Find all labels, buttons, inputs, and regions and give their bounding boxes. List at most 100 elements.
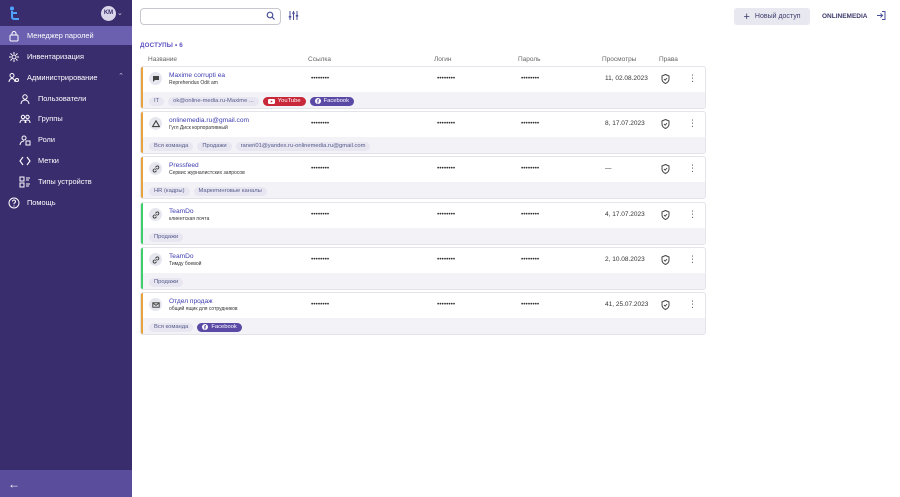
search-field[interactable]	[145, 9, 265, 23]
shield-icon[interactable]	[661, 119, 670, 129]
more-options-icon[interactable]: ⋮	[688, 300, 697, 309]
row-password[interactable]: ••••••••	[521, 256, 539, 263]
sidebar-item-label: Инвентаризация	[27, 52, 84, 61]
row-login[interactable]: ••••••••	[437, 120, 455, 127]
row-link[interactable]: ••••••••	[311, 165, 329, 172]
shield-icon[interactable]	[661, 74, 670, 84]
row-link[interactable]: ••••••••	[311, 211, 329, 218]
sidebar-item-inventory[interactable]: Инвентаризация	[0, 47, 132, 66]
sidebar-item-administration[interactable]: Администрирование ⌃	[0, 68, 132, 87]
row-link[interactable]: ••••••••	[311, 256, 329, 263]
sidebar-item-roles[interactable]: Роли	[0, 130, 132, 149]
shield-icon[interactable]	[661, 300, 670, 310]
shield-icon[interactable]	[661, 164, 670, 174]
column-header-name[interactable]: Название	[148, 56, 177, 63]
plus-icon: +	[743, 10, 750, 23]
row-login[interactable]: ••••••••	[437, 301, 455, 308]
row-name[interactable]: TeamDo	[169, 253, 194, 260]
row-name[interactable]: Pressfeed	[169, 162, 199, 169]
row-main: TeamDo Тимду боевой •••••••• •••••••• ••…	[141, 248, 705, 273]
sidebar-item-users[interactable]: Пользователи	[0, 89, 132, 108]
tag-facebook[interactable]: Facebook	[309, 96, 355, 106]
row-description: Reprehendus Odit am	[169, 80, 218, 86]
sidebar-item-help[interactable]: Помощь	[0, 193, 132, 212]
row-password[interactable]: ••••••••	[521, 211, 539, 218]
table-row[interactable]: onlinemedia.ru@gmail.com Гугл Диск корпо…	[140, 111, 706, 154]
new-access-button[interactable]: + Новый доступ	[734, 8, 810, 25]
facebook-icon	[314, 98, 321, 104]
tag[interactable]: Продажи	[149, 232, 184, 242]
facebook-icon	[202, 324, 209, 330]
sidebar-item-label: Группы	[38, 114, 63, 123]
row-password[interactable]: ••••••••	[521, 75, 539, 82]
chevron-up-icon[interactable]: ⌃	[118, 72, 124, 80]
more-options-icon[interactable]: ⋮	[688, 119, 697, 128]
sidebar-item-device-types[interactable]: Типы устройств	[0, 172, 132, 191]
table-row[interactable]: TeamDo Тимду боевой •••••••• •••••••• ••…	[140, 247, 706, 290]
row-name[interactable]: Maxime corrupti ea	[169, 72, 225, 79]
row-login[interactable]: ••••••••	[437, 211, 455, 218]
row-link[interactable]: ••••••••	[311, 75, 329, 82]
row-login[interactable]: ••••••••	[437, 256, 455, 263]
logout-icon[interactable]	[876, 10, 887, 21]
row-main: Отдел продаж общий ящик для сотрудников …	[141, 293, 705, 318]
table-row[interactable]: Отдел продаж общий ящик для сотрудников …	[140, 292, 706, 335]
row-name[interactable]: TeamDo	[169, 208, 194, 215]
column-header-rights[interactable]: Права	[659, 56, 678, 63]
search-icon[interactable]	[266, 11, 276, 21]
chevron-down-icon[interactable]: ⌄	[117, 9, 123, 17]
row-main: Maxime corrupti ea Reprehendus Odit am •…	[141, 67, 705, 92]
tag-label: Facebook	[323, 97, 350, 104]
tag[interactable]: IT	[149, 96, 165, 106]
row-name[interactable]: onlinemedia.ru@gmail.com	[169, 117, 249, 124]
user-avatar[interactable]: KM	[101, 6, 116, 21]
search-input[interactable]	[140, 8, 281, 25]
filter-settings-icon[interactable]	[288, 10, 299, 21]
more-options-icon[interactable]: ⋮	[688, 210, 697, 219]
row-main: Pressfeed Сервис журналистских запросов …	[141, 157, 705, 182]
sidebar: KM ⌄ Менеджер паролей Инвентаризация Адм…	[0, 0, 132, 497]
table-row[interactable]: Pressfeed Сервис журналистских запросов …	[140, 156, 706, 199]
sidebar-item-groups[interactable]: Группы	[0, 109, 132, 128]
more-options-icon[interactable]: ⋮	[688, 74, 697, 83]
row-password[interactable]: ••••••••	[521, 120, 539, 127]
organization-name[interactable]: ONLINEMEDIA	[822, 13, 868, 20]
row-link[interactable]: ••••••••	[311, 301, 329, 308]
column-header-password[interactable]: Пароль	[518, 56, 541, 63]
tag[interactable]: raneri01@yandex.ru-onlinemedia.ru@gmail.…	[235, 141, 371, 151]
table-row[interactable]: TeamDo клиентская почта •••••••• •••••••…	[140, 202, 706, 245]
tag[interactable]: Продажи	[149, 277, 184, 287]
row-link[interactable]: ••••••••	[311, 120, 329, 127]
column-header-views[interactable]: Просмотры	[602, 56, 636, 63]
tag[interactable]: ok@online-media.ru-Maxime ...	[168, 96, 259, 106]
collapse-sidebar-icon[interactable]: ←	[8, 477, 20, 491]
sidebar-item-password-manager[interactable]: Менеджер паролей	[0, 26, 132, 45]
row-password[interactable]: ••••••••	[521, 165, 539, 172]
tag[interactable]: Вся команда	[149, 322, 194, 332]
tag[interactable]: Вся команда	[149, 141, 194, 151]
sidebar-item-label: Пользователи	[38, 94, 87, 103]
row-views: 4, 17.07.2023	[605, 211, 645, 218]
tag[interactable]: Маркетинговые каналы	[193, 186, 267, 196]
new-access-label: Новый доступ	[754, 13, 801, 20]
row-description: Сервис журналистских запросов	[169, 170, 245, 176]
tag[interactable]: HR (кадры)	[149, 186, 190, 196]
row-name[interactable]: Отдел продаж	[169, 298, 213, 305]
more-options-icon[interactable]: ⋮	[688, 255, 697, 264]
sidebar-item-tags[interactable]: Метки	[0, 151, 132, 170]
row-password[interactable]: ••••••••	[521, 301, 539, 308]
table-row[interactable]: Maxime corrupti ea Reprehendus Odit am •…	[140, 66, 706, 109]
row-views: 8, 17.07.2023	[605, 120, 645, 127]
more-options-icon[interactable]: ⋮	[688, 164, 697, 173]
user-icon	[18, 92, 32, 106]
tag-facebook[interactable]: Facebook	[197, 322, 242, 332]
row-login[interactable]: ••••••••	[437, 165, 455, 172]
column-header-login[interactable]: Логин	[434, 56, 451, 63]
tag[interactable]: Продажи	[197, 141, 232, 151]
shield-icon[interactable]	[661, 255, 670, 265]
lock-icon	[7, 29, 21, 43]
row-login[interactable]: ••••••••	[437, 75, 455, 82]
tag-youtube[interactable]: YouTube	[262, 96, 306, 106]
shield-icon[interactable]	[661, 210, 670, 220]
column-header-link[interactable]: Ссылка	[308, 56, 331, 63]
